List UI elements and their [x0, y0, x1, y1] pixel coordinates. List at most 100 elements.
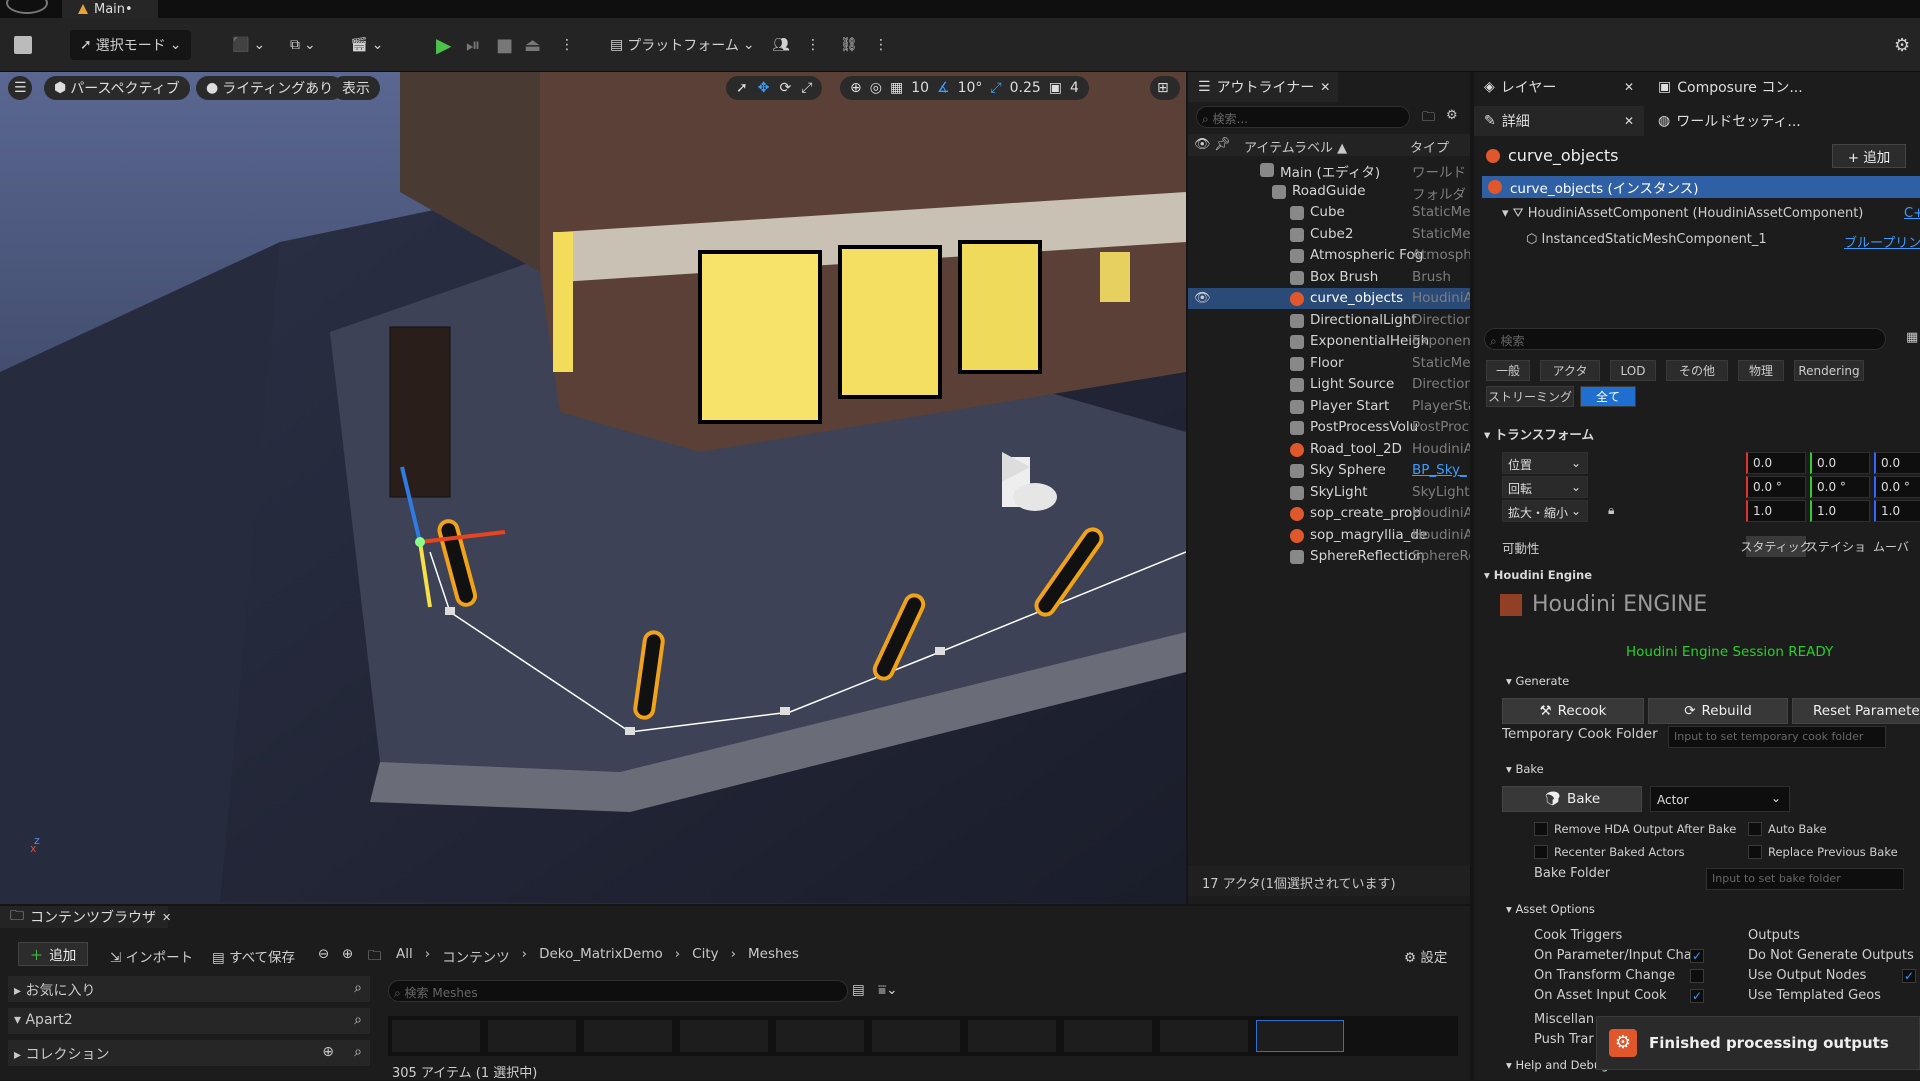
tab-world-settings[interactable]: ◍ ワールドセッティ...	[1648, 106, 1848, 136]
outliner-row[interactable]: SkyLight SkyLight	[1188, 482, 1470, 503]
add-collection-icon[interactable]: ⊕	[322, 1044, 334, 1060]
add-folder-icon[interactable]: 🗀︎	[1422, 108, 1435, 130]
outliner-row[interactable]: ExponentialHeigh Exponent	[1188, 331, 1470, 352]
close-icon[interactable]: ✕	[1624, 80, 1634, 94]
help-debug-header[interactable]: ▾ Help and Debug	[1506, 1058, 1608, 1072]
outliner-row[interactable]: Light Source Direction	[1188, 374, 1470, 395]
asset-thumbnail[interactable]	[968, 1020, 1056, 1052]
camera-speed-icon[interactable]: ▣	[1049, 80, 1062, 96]
breadcrumb-item[interactable]: Meshes	[748, 946, 799, 966]
filter-chip[interactable]: アクタ	[1540, 360, 1600, 381]
bake-header[interactable]: ▾ Bake	[1506, 762, 1544, 776]
cb-import-button[interactable]: ⇲ インポート	[110, 946, 193, 966]
tab-layers[interactable]: ◈ レイヤー ✕	[1474, 72, 1644, 102]
on-transform-checkbox[interactable]	[1690, 969, 1704, 983]
mobility-movable[interactable]: ムーバ	[1866, 536, 1916, 557]
column-type[interactable]: タイプ	[1410, 137, 1449, 156]
favorites-section[interactable]: ▸ お気に入り ⌕	[8, 976, 370, 1002]
surface-snap-icon[interactable]: ◎	[870, 80, 882, 96]
tab-outliner[interactable]: ☰ アウトライナー ✕	[1188, 72, 1338, 102]
breadcrumb-item[interactable]: All	[396, 946, 413, 966]
outliner-row[interactable]: Floor StaticMe	[1188, 353, 1470, 374]
filter-chip[interactable]: LOD	[1610, 360, 1656, 381]
outliner-row[interactable]: Sky Sphere BP_Sky_	[1188, 460, 1470, 481]
advance-frame-button[interactable]: ⏯	[466, 30, 480, 60]
blueprint-button[interactable]: ⧉ ⌄	[290, 30, 316, 60]
scale-y-field[interactable]: 1.0	[1810, 500, 1870, 522]
outliner-row[interactable]: sop_magryllia_de HoudiniA	[1188, 525, 1470, 546]
asset-thumbnail[interactable]	[776, 1020, 864, 1052]
rotation-z-field[interactable]: 0.0 °	[1874, 476, 1920, 498]
outliner-row[interactable]: DirectionalLight Direction	[1188, 310, 1470, 331]
level-tab[interactable]: Main•	[62, 0, 158, 18]
scale-icon[interactable]: ⤢	[801, 80, 812, 96]
pin-icon[interactable]: 📌︎	[1214, 137, 1231, 152]
select-mode-dropdown[interactable]: ➚ 選択モード ⌄	[70, 30, 192, 60]
rebuild-button[interactable]: ⟳ Rebuild	[1648, 698, 1788, 724]
actor-name[interactable]: curve_objects	[1508, 146, 1618, 165]
component-row[interactable]: ▾ ⛛ HoudiniAssetComponent (HoudiniAssetC…	[1502, 206, 1863, 221]
outliner-row[interactable]: PostProcessVolu PostProc	[1188, 417, 1470, 438]
asset-thumbnail[interactable]	[872, 1020, 960, 1052]
outliner-row[interactable]: Road_tool_2D HoudiniA	[1188, 439, 1470, 460]
generate-header[interactable]: ▾ Generate	[1506, 674, 1569, 688]
back-icon[interactable]: ⊖	[318, 946, 329, 962]
add-component-button[interactable]: + 追加	[1832, 144, 1906, 168]
replace-previous-checkbox[interactable]	[1748, 845, 1762, 859]
asset-thumbnail[interactable]	[680, 1020, 768, 1052]
save-button[interactable]	[14, 30, 32, 60]
filter-chip[interactable]: 物理	[1738, 360, 1784, 381]
close-icon[interactable]: ✕	[162, 911, 171, 924]
outliner-row[interactable]: Cube StaticMe	[1188, 202, 1470, 223]
toolbar-more[interactable]: ⋮	[874, 30, 888, 60]
multiuser-options[interactable]: ⋮	[806, 30, 820, 60]
apart-section[interactable]: ▾ Apart2 ⌕	[8, 1008, 370, 1034]
filter-chip[interactable]: 全て	[1580, 386, 1636, 407]
outliner-search-input[interactable]: ⌕ 検索...	[1196, 106, 1410, 128]
outliner-row[interactable]: Cube2 StaticMe	[1188, 224, 1470, 245]
asset-thumbnail[interactable]	[1256, 1020, 1344, 1052]
filter-icon[interactable]: ⩸⌄	[878, 982, 898, 998]
mobility-static[interactable]: スタティック	[1740, 536, 1812, 557]
rotation-x-field[interactable]: 0.0 °	[1746, 476, 1806, 498]
houdini-header[interactable]: ▾ Houdini Engine	[1484, 568, 1592, 582]
auto-bake-checkbox[interactable]	[1748, 822, 1762, 836]
transform-header[interactable]: ▾ トランスフォーム	[1484, 424, 1594, 443]
subcomponent-row[interactable]: ⬡ InstancedStaticMeshComponent_1	[1526, 232, 1767, 247]
folder-icon[interactable]: 🗀︎	[368, 946, 382, 969]
cinematics-button[interactable]: 🎬︎ ⌄	[350, 30, 384, 60]
asset-thumbnail[interactable]	[1064, 1020, 1152, 1052]
bake-button[interactable]: 🍞︎ Bake	[1502, 786, 1642, 812]
blueprint-link[interactable]: ブループリン	[1844, 232, 1920, 251]
grid-snap-icon[interactable]: ▦	[890, 80, 903, 96]
collections-section[interactable]: ▸ コレクション ⊕ ⌕	[8, 1040, 370, 1066]
outliner-row[interactable]: Atmospheric FogAtmosphe	[1188, 245, 1470, 266]
rotation-snap-icon[interactable]: ∡	[937, 80, 950, 96]
component-link[interactable]: C+	[1904, 206, 1920, 221]
scale-x-field[interactable]: 1.0	[1746, 500, 1806, 522]
close-icon[interactable]: ✕	[1320, 80, 1330, 94]
layout-button[interactable]: ⊞	[1150, 76, 1180, 100]
outliner-row[interactable]: Box Brush Brush	[1188, 267, 1470, 288]
outliner-row[interactable]: Player Start PlayerSta	[1188, 396, 1470, 417]
move-icon[interactable]: ✥	[758, 80, 770, 96]
play-button[interactable]: ▶	[436, 30, 451, 60]
remove-hda-checkbox[interactable]	[1534, 822, 1548, 836]
grid-view-icon[interactable]: ▦	[1906, 330, 1918, 345]
asset-thumbnail[interactable]	[1160, 1020, 1248, 1052]
tab-composure[interactable]: ▣ Composure コン...	[1648, 72, 1848, 102]
source-control-button[interactable]: ⛓︎	[840, 30, 858, 60]
add-actor-button[interactable]: ⬛ ⌄	[232, 30, 265, 60]
play-options-button[interactable]: ⋮	[560, 30, 574, 60]
notification-toast[interactable]: ⚙ Finished processing outputs	[1596, 1016, 1920, 1070]
world-icon[interactable]: ⊕	[850, 80, 862, 96]
tab-details[interactable]: ✎ 詳細 ✕	[1474, 106, 1644, 136]
camera-speed-value[interactable]: 4	[1070, 80, 1079, 96]
breadcrumb-item[interactable]: Deko_MatrixDemo	[539, 946, 663, 966]
asset-thumbnail[interactable]	[584, 1020, 672, 1052]
outliner-row[interactable]: RoadGuide フォルダ	[1188, 181, 1470, 202]
settings-button[interactable]: ⚙	[1894, 30, 1910, 60]
asset-options-header[interactable]: ▾ Asset Options	[1506, 902, 1595, 916]
location-z-field[interactable]: 0.0	[1874, 452, 1920, 474]
tab-content-browser[interactable]: 🗀︎ コンテンツブラウザ ✕	[0, 906, 171, 928]
